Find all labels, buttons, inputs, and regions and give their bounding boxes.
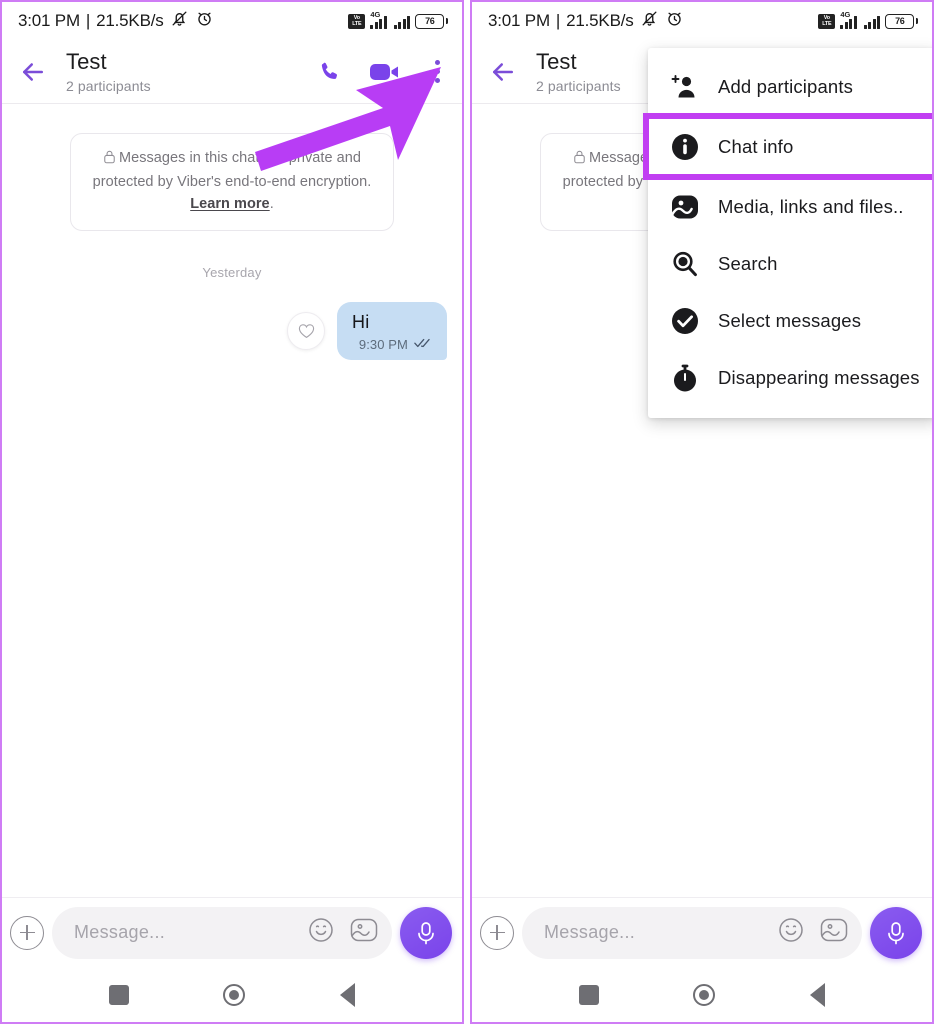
message-time: 9:30 PM (358, 337, 408, 352)
menu-item-add-participants[interactable]: Add participants (648, 58, 932, 115)
menu-item-label: Media, links and files.. (718, 195, 904, 217)
back-arrow-icon[interactable] (488, 57, 518, 87)
battery-cap (915, 18, 918, 24)
message-input-bar: Message... (472, 897, 932, 967)
double-check-icon (414, 337, 433, 352)
plus-attach-icon[interactable] (10, 915, 44, 950)
bell-muted-icon (640, 9, 659, 33)
android-nav-bar (2, 967, 462, 1022)
smiley-emoji-icon[interactable] (778, 917, 804, 948)
chat-title-block[interactable]: Test 2 participants (66, 48, 317, 94)
back-triangle-icon[interactable] (809, 982, 825, 1007)
battery-indicator: 76 (885, 13, 918, 29)
day-divider: Yesterday (202, 265, 262, 280)
search-magnifier-icon (670, 250, 700, 278)
status-bar-right: Vo LTE 4G 76 (818, 9, 918, 29)
overflow-dropdown-menu: Add participants Chat info Media, links … (643, 48, 932, 418)
battery-indicator: 76 (415, 13, 448, 29)
menu-item-label: Disappearing messages (718, 366, 920, 388)
status-network-speed: 21.5KB/s (566, 11, 634, 30)
lock-icon (573, 149, 586, 171)
timer-stopwatch-icon (670, 363, 700, 393)
learn-more-link[interactable]: Learn more (190, 196, 269, 212)
signal-bars-sim2 (393, 14, 411, 29)
message-row: Hi 9:30 PM (2, 302, 462, 360)
status-separator: | (85, 11, 91, 30)
chat-subtitle: 2 participants (66, 77, 151, 94)
heart-reaction-icon[interactable] (287, 312, 325, 350)
status-bar: 3:01 PM | 21.5KB/s Vo LTE 4G 76 (2, 2, 462, 40)
battery-level-label: 76 (415, 13, 445, 29)
recents-square-icon[interactable] (109, 984, 130, 1005)
lock-icon (103, 149, 116, 171)
menu-item-disappearing-messages[interactable]: Disappearing messages (648, 349, 932, 406)
battery-level-label: 76 (885, 13, 915, 29)
message-input-placeholder: Message... (74, 922, 166, 942)
status-time: 3:01 PM (18, 11, 80, 30)
outgoing-message-bubble[interactable]: Hi 9:30 PM (337, 302, 447, 360)
menu-item-media-links-files[interactable]: Media, links and files.. (648, 178, 932, 235)
sticker-image-icon[interactable] (820, 917, 848, 948)
video-call-icon[interactable] (369, 60, 401, 84)
check-circle-icon (670, 306, 700, 336)
microphone-icon[interactable] (870, 906, 922, 959)
recents-square-icon[interactable] (579, 984, 600, 1005)
back-arrow-icon[interactable] (18, 57, 48, 87)
network-type-label: 4G (840, 9, 851, 19)
microphone-icon[interactable] (400, 906, 452, 959)
phone-screen-right: 3:01 PM | 21.5KB/s Vo LTE 4G 76 Test 2 p… (470, 0, 934, 1024)
alarm-clock-icon (665, 9, 684, 33)
volte-icon: Vo LTE (348, 13, 366, 29)
smiley-emoji-icon[interactable] (308, 917, 334, 948)
chat-header: Test 2 participants (2, 40, 462, 104)
message-input-bar: Message... (2, 897, 462, 967)
plus-attach-icon[interactable] (480, 915, 514, 950)
battery-cap (445, 18, 448, 24)
signal-bars-sim2 (863, 14, 881, 29)
message-meta: 9:30 PM (352, 337, 433, 352)
status-bar: 3:01 PM | 21.5KB/s Vo LTE 4G 76 (472, 2, 932, 40)
android-nav-bar (472, 967, 932, 1022)
status-network-speed: 21.5KB/s (96, 11, 164, 30)
message-input-field[interactable]: Message... (52, 906, 392, 959)
message-input-field[interactable]: Message... (522, 906, 862, 959)
encryption-notice-text: Messages in this chat are private and pr… (92, 150, 372, 190)
menu-item-select-messages[interactable]: Select messages (648, 292, 932, 349)
header-actions (317, 56, 448, 87)
menu-item-search[interactable]: Search (648, 235, 932, 292)
add-person-icon (670, 73, 700, 101)
status-bar-left: 3:01 PM | 21.5KB/s (488, 9, 684, 33)
screenshot-pair: 3:01 PM | 21.5KB/s Vo LTE 4G 76 Test 2 p… (0, 0, 934, 1024)
back-triangle-icon[interactable] (339, 982, 355, 1007)
volte-icon: Vo LTE (818, 13, 836, 29)
encryption-notice: Messages in this chat are private and pr… (70, 133, 394, 231)
media-image-icon (670, 193, 700, 221)
message-input-placeholder: Message... (544, 922, 636, 942)
encryption-notice-period: . (269, 196, 274, 212)
bell-muted-icon (170, 9, 189, 33)
home-circle-icon[interactable] (223, 983, 246, 1006)
phone-screen-left: 3:01 PM | 21.5KB/s Vo LTE 4G 76 Test 2 p… (0, 0, 464, 1024)
menu-item-label: Select messages (718, 309, 862, 331)
menu-item-chat-info[interactable]: Chat info (643, 113, 932, 180)
status-bar-left: 3:01 PM | 21.5KB/s (18, 9, 214, 33)
signal-bars-sim1: 4G (370, 9, 387, 29)
overflow-menu-icon[interactable] (427, 56, 448, 87)
page-title: Test (66, 48, 107, 74)
menu-item-label: Search (718, 252, 778, 274)
home-circle-icon[interactable] (693, 983, 716, 1006)
menu-item-label: Add participants (718, 75, 854, 97)
signal-bars-sim1: 4G (840, 9, 857, 29)
message-text: Hi (352, 312, 370, 332)
sticker-image-icon[interactable] (350, 917, 378, 948)
status-bar-right: Vo LTE 4G 76 (348, 9, 448, 29)
alarm-clock-icon (195, 9, 214, 33)
status-time: 3:01 PM (488, 11, 550, 30)
info-circle-icon (670, 132, 700, 162)
chat-message-list: Messages in this chat are private and pr… (2, 105, 462, 897)
status-separator: | (555, 11, 561, 30)
network-type-label: 4G (370, 9, 381, 19)
menu-item-label: Chat info (718, 135, 794, 157)
phone-call-icon[interactable] (317, 59, 343, 85)
